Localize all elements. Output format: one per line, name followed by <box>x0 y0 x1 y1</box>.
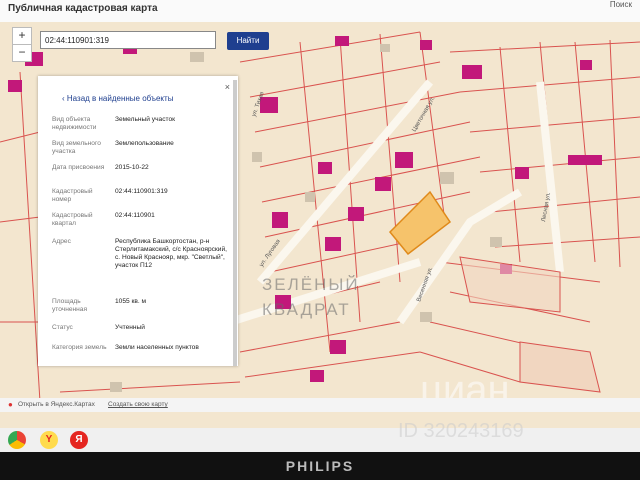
watermark-id: ID 320243169 <box>398 420 524 442</box>
chrome-icon[interactable] <box>8 431 26 449</box>
row-value: Земли населенных пунктов <box>115 344 199 351</box>
row-value: 02:44:110901:319 <box>115 188 168 195</box>
search-button[interactable]: Найти <box>227 32 269 50</box>
back-label: Назад в найденные объекты <box>66 94 174 103</box>
watermark-green-square-line1: ЗЕЛЁНЫЙ <box>262 275 360 294</box>
taskbar: Y Я <box>0 428 640 452</box>
top-bar: Публичная кадастровая карта Поиск <box>0 0 640 23</box>
open-yandex-maps-link[interactable]: Открыть в Яндекс.Картах <box>18 401 95 408</box>
zoom-out-button[interactable]: − <box>12 44 32 62</box>
app-title: Публичная кадастровая карта <box>8 3 158 14</box>
row-label: Дата присвоения <box>52 164 105 171</box>
search-input[interactable]: 02:44:110901:319 <box>40 31 216 49</box>
row-label: Вид объекта недвижимости <box>52 116 97 131</box>
create-map-link[interactable]: Создать свою карту <box>108 401 168 408</box>
row-label: Площадь уточненная <box>52 298 88 313</box>
row-label: Статус <box>52 324 73 331</box>
row-label: Адрес <box>52 238 71 245</box>
row-label: Категория земель <box>52 344 107 351</box>
row-value: Землепользование <box>115 140 174 147</box>
row-value: 2015-10-22 <box>115 164 149 171</box>
close-icon[interactable]: × <box>225 82 230 92</box>
screen: Публичная кадастровая карта Поиск ул. Лу… <box>0 0 640 428</box>
yandex-icon[interactable]: Я <box>70 431 88 449</box>
yandex-browser-icon[interactable]: Y <box>40 431 58 449</box>
back-to-results-link[interactable]: ‹ Назад в найденные объекты <box>62 94 173 103</box>
monitor-brand: PHILIPS <box>285 458 355 474</box>
watermark-green-square-line2: КВАДРАТ <box>262 300 351 319</box>
zoom-in-button[interactable]: + <box>12 27 32 45</box>
map-pin-icon: ● <box>8 400 13 409</box>
row-value: 1055 кв. м <box>115 298 147 305</box>
object-info-panel: × ‹ Назад в найденные объекты Вид объект… <box>38 76 238 366</box>
row-value: Республика Башкортостан, р-н Стерлитамак… <box>115 238 227 269</box>
row-value: Учтенный <box>115 324 145 331</box>
row-label: Кадастровый номер <box>52 188 93 203</box>
panel-scrollbar[interactable] <box>233 80 237 366</box>
row-value: 02:44:110901 <box>115 212 155 219</box>
row-value: Земельный участок <box>115 116 176 123</box>
topbar-search-link[interactable]: Поиск <box>610 0 632 9</box>
map-status-bar: ● Открыть в Яндекс.Картах Создать свою к… <box>0 398 640 412</box>
row-label: Вид земельного участка <box>52 140 101 155</box>
row-label: Кадастровый квартал <box>52 212 93 227</box>
